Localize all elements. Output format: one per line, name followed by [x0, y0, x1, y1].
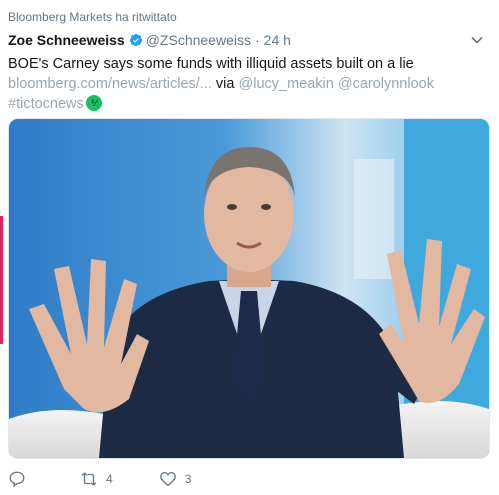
- heart-icon: [159, 471, 176, 487]
- article-link[interactable]: bloomberg.com/news/articles/...: [8, 76, 212, 92]
- photo-illustration: [9, 119, 489, 458]
- chevron-down-icon[interactable]: [470, 33, 484, 47]
- retweet-context: Bloomberg Markets ha ritwittato: [8, 10, 177, 24]
- via-handle-carolyn[interactable]: @carolynnlook: [338, 76, 434, 92]
- like-count: 3: [184, 472, 192, 486]
- verified-badge-icon: [129, 33, 142, 47]
- via-handle-lucy[interactable]: @lucy_meakin: [239, 76, 334, 92]
- left-eye: [227, 204, 237, 210]
- tweet-header: Zoe Schneeweiss @ZSchneeweiss · 24 h: [8, 32, 291, 48]
- edge-accent: [0, 216, 3, 344]
- like-button[interactable]: 3: [159, 470, 192, 488]
- tweet-actions: 4 3: [8, 470, 237, 488]
- tweet-timestamp[interactable]: 24 h: [264, 32, 291, 48]
- reply-icon: [9, 471, 25, 488]
- tweet-link-line: bloomberg.com/news/articles/... via @luc…: [8, 74, 478, 94]
- retweet-count: 4: [106, 472, 113, 486]
- badge-glyph: ⅟: [90, 98, 97, 108]
- left-edge-strip: [0, 0, 4, 495]
- author-handle[interactable]: @ZSchneeweiss: [146, 32, 251, 48]
- hashtag-link[interactable]: #tictocnews: [8, 96, 84, 112]
- left-chair: [9, 410, 104, 458]
- retweet-icon: [81, 472, 97, 486]
- tictoc-badge-icon: ⅟: [85, 95, 102, 111]
- author-display-name[interactable]: Zoe Schneeweiss: [8, 32, 125, 48]
- tweet-text-line: BOE's Carney says some funds with illiqu…: [8, 56, 414, 72]
- hashtag-line: #tictocnews ⅟: [8, 94, 478, 114]
- backdrop-highlight: [354, 159, 394, 279]
- tweet-media-photo[interactable]: [8, 118, 490, 459]
- retweet-button[interactable]: 4: [80, 470, 113, 488]
- right-eye: [261, 204, 271, 210]
- tweet-card[interactable]: Bloomberg Markets ha ritwittato Zoe Schn…: [8, 0, 492, 495]
- right-edge-strip: [493, 0, 499, 495]
- reply-button[interactable]: [8, 470, 34, 488]
- header-separator: ·: [254, 32, 260, 48]
- via-label: via: [215, 76, 235, 92]
- tweet-body: BOE's Carney says some funds with illiqu…: [8, 54, 478, 114]
